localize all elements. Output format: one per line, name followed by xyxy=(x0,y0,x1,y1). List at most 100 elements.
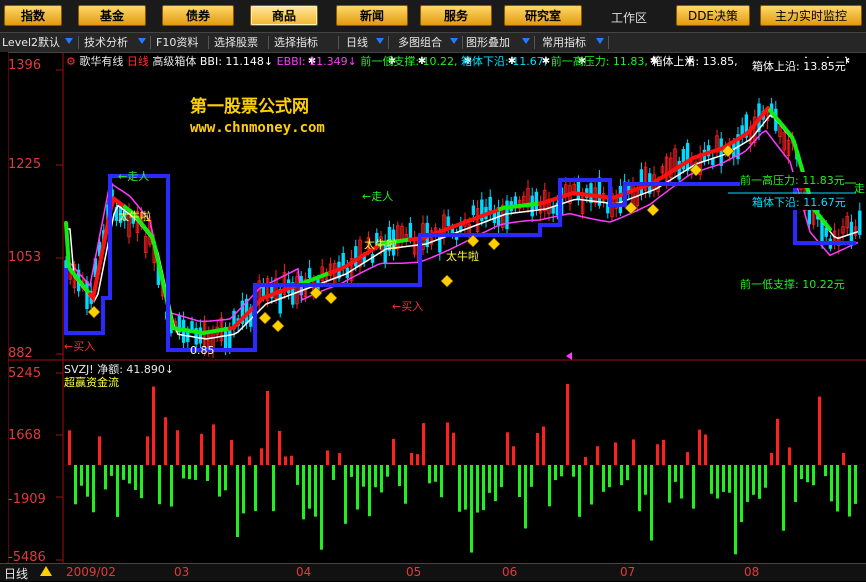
fund-flow-bar xyxy=(482,465,485,511)
fund-flow-bar xyxy=(728,465,731,493)
fund-flow-bar xyxy=(734,465,737,555)
candle-body xyxy=(471,205,476,216)
period-arrow-icon[interactable] xyxy=(40,566,52,576)
fund-flow-bar xyxy=(512,446,515,465)
fund-flow-bar xyxy=(164,417,167,465)
prev-low-support-label: 前一低支撑: 10.22元 xyxy=(740,276,845,292)
fund-flow-bar xyxy=(80,465,83,486)
fund-flow-bar xyxy=(104,465,107,490)
sub-indicator-title: SVZJ! 净额: 41.890↓ xyxy=(64,363,175,376)
sub-y-tick-label: 1668 xyxy=(8,428,42,443)
fund-flow-bar xyxy=(668,465,671,503)
fund-flow-bar xyxy=(224,465,227,491)
fund-flow-bar xyxy=(686,452,689,465)
gear-icon[interactable]: ⚙ xyxy=(66,55,76,68)
fund-flow-bar xyxy=(350,465,353,477)
candle-body xyxy=(505,200,509,230)
y-tick-label: 1225 xyxy=(8,157,42,172)
signal-diamond-icon xyxy=(646,203,660,217)
period-indicator[interactable]: 日线 xyxy=(4,565,28,582)
fund-flow-bar xyxy=(356,465,359,510)
fund-flow-bar xyxy=(440,465,443,498)
prev-high-pressure-value: 前一高压力: 11.83, xyxy=(550,55,648,68)
buy-signal-label: ←买入 xyxy=(64,340,96,353)
fund-flow-bar xyxy=(848,465,851,517)
fund-flow-bar xyxy=(800,465,803,480)
fund-flow-bar xyxy=(296,465,299,485)
fund-flow-bar xyxy=(428,465,431,484)
y-tick-label: 882 xyxy=(8,346,33,361)
fund-flow-bar xyxy=(458,465,461,512)
sell-signal-label: ←走人 xyxy=(362,190,394,203)
fund-flow-bar xyxy=(758,465,761,499)
signal-diamond-icon xyxy=(324,291,338,305)
fund-flow-bar xyxy=(626,465,629,481)
fund-flow-bar xyxy=(248,456,251,465)
fund-flow-bar xyxy=(182,465,185,479)
buy-signal-label: ←买入 xyxy=(392,300,424,313)
candle-body xyxy=(719,138,723,166)
sub-indicator-subtitle: 超赢资金流 xyxy=(64,376,119,389)
fund-flow-bar xyxy=(320,465,323,550)
signal-diamond-icon xyxy=(487,237,501,251)
bull-signal-label: 太牛啦 xyxy=(364,238,397,251)
fund-flow-bar xyxy=(260,448,263,465)
cursor-marker-icon xyxy=(566,352,572,360)
fund-flow-bar xyxy=(650,465,653,541)
fund-flow-bar xyxy=(362,465,365,487)
fund-flow-bar xyxy=(836,465,839,512)
fund-flow-bar xyxy=(344,465,347,524)
fund-flow-bar xyxy=(68,430,71,465)
candle-body xyxy=(534,191,539,210)
fund-flow-bar xyxy=(74,465,77,505)
fund-flow-bar xyxy=(854,465,857,504)
fund-flow-bar xyxy=(746,465,749,502)
fund-flow-bar xyxy=(722,465,725,492)
fund-flow-bar xyxy=(368,465,371,517)
fund-flow-bar xyxy=(92,465,95,513)
fund-flow-bar xyxy=(530,465,533,487)
fund-flow-bar xyxy=(254,465,257,511)
fund-flow-bar xyxy=(824,465,827,477)
fund-flow-bar xyxy=(614,442,617,465)
fund-flow-bar xyxy=(266,390,269,465)
fund-flow-bar xyxy=(434,465,437,482)
fund-flow-bar xyxy=(506,432,509,465)
fund-flow-bar xyxy=(662,439,665,465)
candle-body xyxy=(551,206,555,214)
fund-flow-bar xyxy=(770,452,773,465)
candle-body xyxy=(824,227,828,237)
fund-flow-bar xyxy=(380,465,383,493)
fund-flow-bar xyxy=(218,465,221,497)
fund-flow-bar xyxy=(206,465,209,481)
candle-body xyxy=(446,216,450,227)
period-label: 日线 xyxy=(126,55,149,68)
fund-flow-bar xyxy=(170,465,173,507)
sell-signal-label: 走 xyxy=(854,182,865,195)
date-label: 05 xyxy=(406,565,422,579)
watermark-url: www.chnmoney.com xyxy=(190,120,325,136)
fund-flow-bar xyxy=(290,455,293,465)
candle-body xyxy=(639,169,644,195)
fund-flow-bar xyxy=(794,465,797,502)
fund-flow-bar xyxy=(284,456,287,465)
candle-body xyxy=(589,183,593,203)
chart-canvas[interactable]: ✱✱✱✱✱✱✱✱✱✱✱✱ xyxy=(0,0,866,580)
fund-flow-bar xyxy=(236,465,239,537)
fund-flow-bar xyxy=(638,465,641,512)
bull-signal-label: 太牛啦 xyxy=(446,250,479,263)
fund-flow-bar xyxy=(314,465,317,517)
date-label: 08 xyxy=(744,565,760,579)
fund-flow-bar xyxy=(716,465,719,499)
signal-diamond-icon xyxy=(271,319,285,333)
fund-flow-bar xyxy=(416,454,419,465)
indicator-name: 高级箱体 xyxy=(152,55,197,68)
candle-body xyxy=(307,268,312,279)
fund-flow-bar xyxy=(140,465,143,499)
fund-flow-bar xyxy=(548,465,551,507)
candle-body xyxy=(488,196,492,211)
box-upper-label: 箱体上沿: 13.85元 xyxy=(752,58,846,74)
bull-signal-label: 太牛啦 xyxy=(118,210,151,223)
candle-body xyxy=(685,142,690,171)
fund-flow-bar xyxy=(680,465,683,499)
